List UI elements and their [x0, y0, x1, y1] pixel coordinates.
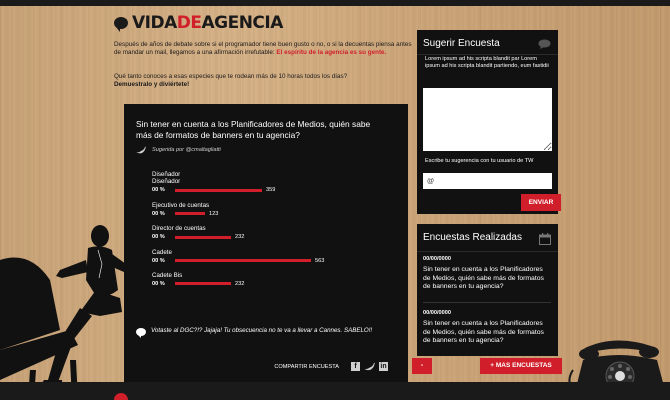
poll-panel: Sin tener en cuenta a los Planificadores… — [124, 104, 408, 382]
poll-option-label: Cadete Bis — [152, 272, 183, 280]
poll-option-percent: 00 % — [152, 210, 165, 217]
past-poll-question[interactable]: Sin tener en cuenta a los Planificadores… — [423, 266, 551, 292]
intro-highlight: El espíritu de la agencia es su gente. — [276, 49, 387, 57]
poll-option-bar — [175, 235, 231, 239]
suggest-title: Sugerir Encuesta — [423, 38, 500, 49]
poll-option[interactable]: Ejecutivo de cuentas 00 % 123 — [152, 202, 392, 218]
suggest-description: Lorem ipsum ad his scripta blandit par L… — [425, 56, 549, 69]
share-bar: COMPARTIR ENCUESTA f in — [274, 362, 388, 371]
suggestion-textarea[interactable] — [423, 88, 552, 151]
past-polls-box: Encuestas Realizadas 00/00/0000 Sin tene… — [417, 224, 558, 356]
more-polls-button[interactable]: + MAS ENCUESTAS — [480, 358, 562, 374]
poll-option[interactable]: Cadete Bis 00 % 232 — [152, 272, 392, 288]
silhouette-man-illustration — [0, 225, 126, 400]
intro-text: Después de años de debate sobre si el pr… — [114, 41, 414, 58]
poll-option-label: Director de cuentas — [152, 225, 206, 233]
past-polls-title: Encuestas Realizadas — [423, 232, 522, 243]
poll-option-percent: 00 % — [152, 187, 165, 194]
poll-option-row: 00 % 563 — [152, 256, 392, 265]
linkedin-icon[interactable]: in — [379, 362, 388, 371]
poll-option-percent: 00 % — [152, 280, 165, 287]
poll-option[interactable]: Diseñador Diseñador 00 % 359 — [152, 171, 392, 195]
poll-option-label: Diseñador — [152, 178, 181, 186]
past-poll-item[interactable]: 00/00/0000 Sin tener en cuenta a los Pla… — [423, 256, 551, 292]
poll-options: Diseñador Diseñador 00 % 359 Ejecutivo de cu… — [152, 171, 392, 295]
bottom-badge — [114, 393, 128, 400]
poll-option-row: 00 % 232 — [152, 279, 392, 288]
intro-question-text: Qué tanto conoces a esas especies que te… — [114, 73, 348, 80]
poll-option-count: 232 — [235, 234, 245, 241]
intro-question: Qué tanto conoces a esas especies que te… — [114, 73, 414, 90]
past-poll-question[interactable]: Sin tener en cuenta a los Planificadores… — [423, 320, 551, 346]
poll-comment-text: Votaste al DGC?!? Jajaja! Tu obsecuencia… — [151, 327, 373, 334]
facebook-icon[interactable]: f — [351, 362, 360, 371]
divider — [423, 302, 551, 303]
intro-cta: Demuestralo y diviértete! — [114, 81, 190, 89]
poll-option-row: 00 % 232 — [152, 233, 392, 242]
poll-option-bar — [175, 259, 311, 263]
poll-option-bar — [175, 282, 231, 286]
poll-option-count: 359 — [266, 187, 276, 194]
poll-option[interactable]: Cadete 00 % 563 — [152, 249, 392, 265]
poll-question: Sin tener en cuenta a los Planificadores… — [136, 119, 371, 140]
poll-option[interactable]: Director de cuentas 00 % 232 — [152, 225, 392, 241]
poll-option-bar — [175, 212, 205, 216]
poll-option-label: Cadete — [152, 248, 172, 256]
speech-bubble-icon — [538, 39, 551, 49]
comment-bubble-icon — [136, 328, 146, 338]
bottom-bar — [0, 382, 670, 400]
poll-option-count: 563 — [315, 257, 325, 264]
tw-user-input[interactable] — [423, 173, 552, 189]
poll-option-row: 00 % 123 — [152, 209, 392, 218]
divider — [417, 251, 558, 252]
speech-bubble-icon — [114, 17, 128, 32]
poll-option-label: Ejecutivo de cuentas — [152, 201, 210, 209]
suggest-poll-box: Sugerir Encuesta Lorem ipsum ad his scri… — [417, 30, 558, 214]
send-button[interactable]: ENVIAR — [521, 194, 561, 211]
poll-option-row: 00 % 359 — [152, 186, 392, 195]
poll-option-percent: 00 % — [152, 257, 165, 264]
poll-comment: Votaste al DGC?!? Jajaja! Tu obsecuencia… — [136, 327, 386, 338]
poll-option-bar — [175, 188, 262, 192]
less-button[interactable]: - — [412, 358, 432, 374]
past-poll-date: 00/00/0000 — [423, 256, 451, 262]
poll-suggested-by: Sugerida por @cmaltagliatti — [136, 146, 221, 154]
poll-option-percent: 00 % — [152, 234, 165, 241]
calendar-icon — [539, 233, 551, 245]
poll-option-label: Diseñador — [152, 171, 181, 178]
twitter-icon[interactable] — [364, 362, 375, 371]
poll-option-count: 123 — [209, 210, 219, 217]
top-bar — [0, 0, 670, 6]
divider — [417, 54, 558, 55]
past-poll-date: 00/00/0000 — [423, 310, 451, 316]
logo-text: VIDADEAGENCIA — [132, 13, 283, 33]
past-poll-item[interactable]: 00/00/0000 Sin tener en cuenta a los Pla… — [423, 310, 551, 346]
tw-user-label: Escribe tu sugerencia con tu usuario de … — [425, 158, 534, 164]
twitter-bird-icon — [136, 146, 146, 154]
site-logo[interactable]: VIDADEAGENCIA — [114, 13, 283, 33]
share-label: COMPARTIR ENCUESTA — [274, 363, 339, 370]
poll-suggested-text: Sugerida por @cmaltagliatti — [152, 147, 221, 153]
poll-option-count: 232 — [235, 280, 245, 287]
